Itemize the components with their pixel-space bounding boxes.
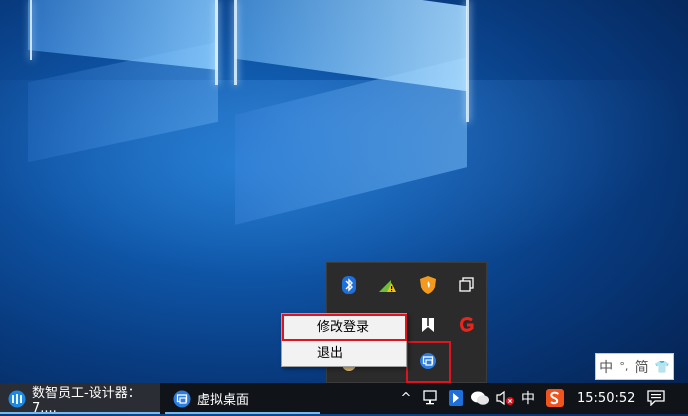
menu-item-exit[interactable]: 退出 [284,342,404,366]
wechat-icon[interactable] [468,387,492,409]
menu-item-highlight [282,314,407,341]
ime-punct-toggle[interactable]: °, [619,360,628,373]
taskbar-app-digital-employee[interactable]: 数智员工-设计器：7.... [0,383,160,416]
taskbar: 数智员工-设计器：7.... 虚拟桌面 ^ 中 15:50:52 [0,383,688,416]
ime-lang-toggle[interactable]: 中 [599,357,613,377]
ime-indicator[interactable]: 中 [518,387,538,409]
action-center-icon[interactable] [645,387,667,409]
ime-skin-icon[interactable]: 👕 [655,360,670,374]
red-g-app-icon[interactable] [455,313,479,337]
virtual-desktop-icon [173,390,191,408]
bluetooth-icon[interactable] [337,273,361,297]
pin-app-icon[interactable] [446,387,466,409]
shield-icon[interactable] [416,273,440,297]
show-hidden-icons-chevron[interactable]: ^ [398,387,414,409]
taskbar-app-label: 虚拟桌面 [197,393,250,408]
volume-muted-icon[interactable] [494,387,516,409]
sogou-ime-icon[interactable] [544,387,566,409]
network-warning-icon[interactable] [375,273,399,297]
digital-employee-icon [8,390,26,408]
copy-window-icon[interactable] [455,273,479,297]
network-icon[interactable] [420,387,442,409]
bookmark-app-icon[interactable] [416,313,440,337]
system-clock[interactable]: 15:50:52 [577,383,635,414]
virtual-desktop-icon-highlight [406,341,451,383]
taskbar-app-virtual-desktop[interactable]: 虚拟桌面 [165,383,320,414]
ime-floating-bar[interactable]: 中 °, 简 👕 [595,353,674,380]
taskbar-app-label: 数智员工-设计器：7.... [32,385,141,416]
ime-simplified-toggle[interactable]: 简 [635,357,649,377]
